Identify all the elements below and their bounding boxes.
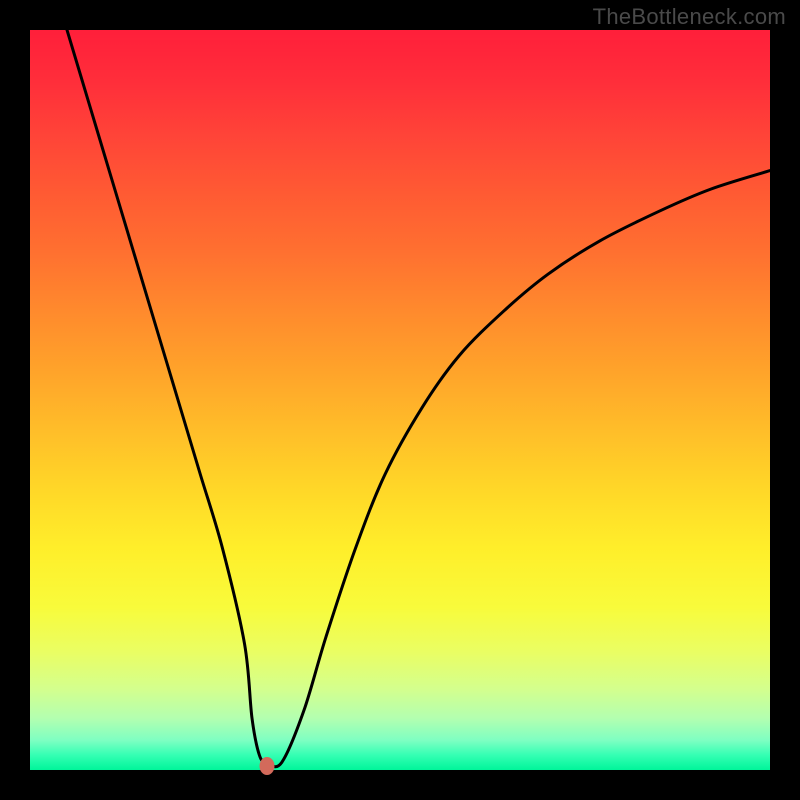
plot-area xyxy=(30,30,770,770)
gradient-background xyxy=(30,30,770,770)
chart-frame: TheBottleneck.com xyxy=(0,0,800,800)
attribution-text: TheBottleneck.com xyxy=(593,4,786,30)
optimum-marker xyxy=(259,757,274,775)
